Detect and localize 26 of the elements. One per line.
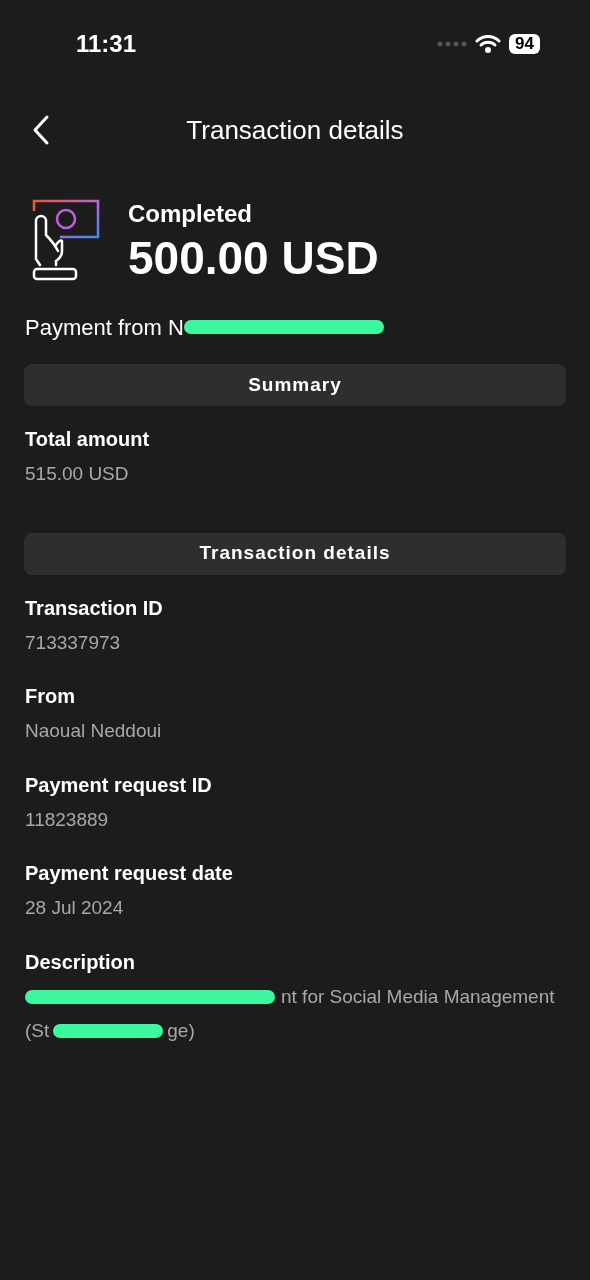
payment-from: Payment from N — [25, 313, 184, 342]
field-label: From — [25, 684, 76, 709]
field-label: Transaction ID — [25, 595, 164, 621]
field-value: Naoual Neddoui — [25, 719, 163, 743]
hand-card-icon — [32, 199, 100, 281]
back-icon[interactable] — [32, 114, 50, 146]
battery-indicator: 94 — [509, 34, 540, 54]
section-header: Summary — [24, 364, 566, 406]
section-header: Transaction details — [24, 532, 566, 575]
field-value: 11823889 — [25, 807, 110, 832]
signal-icon — [437, 41, 468, 47]
field-value: 28 Jul 2024 — [25, 896, 125, 920]
field-label: Total amount — [25, 427, 151, 452]
field-label: Payment request date — [25, 861, 234, 886]
status-label: Completed — [128, 199, 253, 229]
field-label: Description — [25, 949, 137, 975]
field-value: 515.00 USD — [25, 462, 130, 486]
wifi-icon — [475, 34, 502, 54]
status-time: 11:31 — [76, 29, 137, 59]
field-value: 713337973 — [25, 630, 122, 655]
screen-title: Transaction details — [186, 113, 404, 147]
field-label: Payment request ID — [25, 772, 213, 798]
field-value: (St — [25, 1019, 50, 1043]
field-value: ge) — [167, 1019, 195, 1043]
field-value: nt for Social Media Management — [281, 984, 555, 1009]
amount: 500.00 USD — [128, 232, 379, 284]
